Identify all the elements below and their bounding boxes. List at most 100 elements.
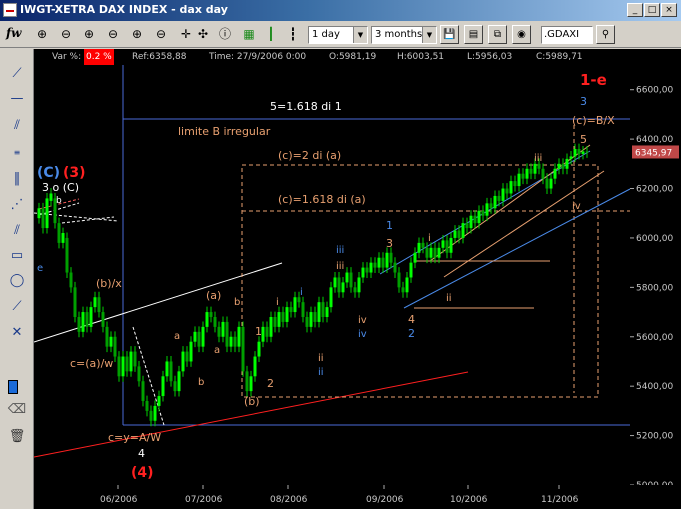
web-button[interactable]: ◉ bbox=[512, 25, 531, 44]
one-b-label: 1 bbox=[386, 219, 393, 232]
candle-body bbox=[349, 272, 353, 288]
candle-body bbox=[429, 247, 433, 258]
x-tick-label: 07/2006 bbox=[185, 495, 223, 505]
candle-body bbox=[225, 321, 229, 347]
candle-body bbox=[545, 178, 549, 189]
arc-icon[interactable]: ⫽ bbox=[6, 221, 28, 241]
price-chart[interactable]: 1-e 3 (c)=B/X 5 5=1.618 di 1 limite B irregul… bbox=[34, 65, 630, 485]
save-button[interactable]: 💾 bbox=[440, 25, 459, 44]
channel-icon[interactable]: ⫽ bbox=[6, 116, 28, 136]
period-select[interactable]: 1 day ▼ bbox=[308, 26, 368, 44]
window-title: IWGT-XETRA DAX INDEX - dax day bbox=[20, 3, 228, 16]
x-tick-label: 09/2006 bbox=[366, 495, 404, 505]
zoom-area-icon[interactable]: ⊕ bbox=[128, 25, 146, 43]
zoom-reset-icon[interactable]: ⊖ bbox=[104, 25, 122, 43]
ticker-input[interactable]: .GDAXI bbox=[541, 26, 593, 44]
trash-icon[interactable]: 🗑 bbox=[6, 427, 28, 447]
minimize-button[interactable]: _ bbox=[627, 3, 643, 17]
candle-body bbox=[393, 262, 397, 273]
trendline-icon[interactable]: ⟋ bbox=[6, 64, 28, 84]
candle-body bbox=[537, 163, 541, 169]
horizontal-line-icon[interactable]: — bbox=[6, 89, 28, 109]
b1-label: b bbox=[198, 377, 204, 388]
polyline-icon[interactable]: ⟋ bbox=[6, 297, 28, 317]
zoom-back-icon[interactable]: ⊖ bbox=[152, 25, 170, 43]
x-axis: 06/2006 07/2006 08/2006 09/2006 10/2006 11/20… bbox=[34, 485, 681, 509]
fibonacci-icon[interactable]: ≡ bbox=[6, 143, 28, 163]
candle-body bbox=[509, 181, 513, 194]
candle-body bbox=[205, 312, 209, 327]
info-icon[interactable]: ⓘ bbox=[216, 25, 234, 43]
maximize-button[interactable]: □ bbox=[644, 3, 660, 17]
zoom-out-icon[interactable]: ⊖ bbox=[57, 25, 75, 43]
candle-body bbox=[373, 262, 377, 268]
y-tick-label: 5600,00 bbox=[636, 333, 673, 343]
candle-body bbox=[529, 168, 533, 174]
wave-1e-label: 1-e bbox=[580, 71, 607, 89]
line-chart-icon[interactable]: ▦ bbox=[240, 25, 258, 43]
cursor-icon[interactable]: ✛ bbox=[177, 25, 195, 43]
drawing-tools-panel: ⟋ — ⫽ ≡ ‖ ⋰ ⫽ ▭ ◯ ⟋ ✕ ⌫ 🗑 bbox=[0, 49, 34, 509]
three-p-c-label: 3 o (C) bbox=[42, 181, 79, 194]
i3-label: i bbox=[428, 233, 431, 244]
candle-body bbox=[125, 356, 129, 372]
candle-body bbox=[85, 312, 89, 327]
zoom-in-icon[interactable]: ⊕ bbox=[33, 25, 51, 43]
fan-icon[interactable]: ⋰ bbox=[6, 195, 28, 215]
C-label: (C) bbox=[37, 165, 60, 181]
candle-body bbox=[69, 272, 73, 288]
candle-body bbox=[281, 312, 285, 322]
copy-button[interactable]: ⧉ bbox=[488, 25, 507, 44]
caw-label: c=(a)/w bbox=[70, 357, 113, 370]
candle-body bbox=[321, 302, 325, 317]
print-button[interactable]: ▤ bbox=[464, 25, 483, 44]
zoom-fit-icon[interactable]: ⊕ bbox=[80, 25, 98, 43]
candle-chart-icon[interactable]: ┇ bbox=[284, 25, 302, 43]
candle-body bbox=[557, 163, 561, 169]
ellipse-icon[interactable]: ◯ bbox=[6, 271, 28, 291]
candle-body bbox=[41, 208, 45, 229]
candle-body bbox=[221, 321, 225, 337]
wave-5-label: 5 bbox=[580, 133, 587, 146]
range-select[interactable]: 3 months ▼ bbox=[371, 26, 437, 44]
range-value: 3 months bbox=[375, 29, 423, 40]
i1-label: i bbox=[276, 297, 279, 308]
eraser-icon[interactable]: ⌫ bbox=[6, 400, 28, 420]
color-picker-swatch[interactable] bbox=[8, 380, 18, 394]
candle-body bbox=[549, 178, 553, 189]
two-b-label: 2 bbox=[408, 327, 415, 340]
candle-body bbox=[385, 252, 389, 268]
cycles-icon[interactable]: ‖ bbox=[6, 169, 28, 189]
chevron-down-icon: ▼ bbox=[353, 27, 367, 43]
candle-body bbox=[457, 230, 461, 238]
candle-body bbox=[477, 210, 481, 224]
window-titlebar: IWGT-XETRA DAX INDEX - dax day _ □ × bbox=[0, 0, 681, 21]
candle-body bbox=[81, 312, 85, 332]
candle-body bbox=[289, 307, 293, 313]
candle-body bbox=[157, 396, 161, 406]
candle-body bbox=[181, 351, 185, 372]
candle-body bbox=[317, 302, 321, 322]
candle-body bbox=[121, 356, 125, 377]
crosshair-icon[interactable]: ✣ bbox=[194, 25, 212, 43]
iv3-label: iv bbox=[572, 201, 581, 212]
x-tick-label: 10/2006 bbox=[450, 495, 488, 505]
candle-body bbox=[37, 208, 41, 219]
one-label: 1 bbox=[255, 325, 262, 338]
quote-infobar: Var %: 0.2 % Ref:6358,88 Time: 27/9/2006… bbox=[34, 49, 681, 65]
bar-chart-icon[interactable]: ┃ bbox=[262, 25, 280, 43]
y-tick-label: 5200,00 bbox=[636, 432, 673, 442]
pitchfork-icon[interactable]: ✕ bbox=[6, 323, 28, 343]
close-button[interactable]: × bbox=[661, 3, 677, 17]
candle-body bbox=[313, 312, 317, 322]
candle-body bbox=[209, 312, 213, 317]
c1618-label: (c)=1.618 di (a) bbox=[278, 193, 366, 206]
four-label: 4 bbox=[138, 447, 145, 460]
candle-body bbox=[397, 272, 401, 288]
candle-body bbox=[565, 158, 569, 169]
candle-body bbox=[45, 198, 49, 229]
i2-label: i bbox=[300, 287, 303, 298]
search-button[interactable]: ⚲ bbox=[596, 25, 615, 44]
rectangle-icon[interactable]: ▭ bbox=[6, 246, 28, 266]
candle-body bbox=[485, 203, 489, 216]
